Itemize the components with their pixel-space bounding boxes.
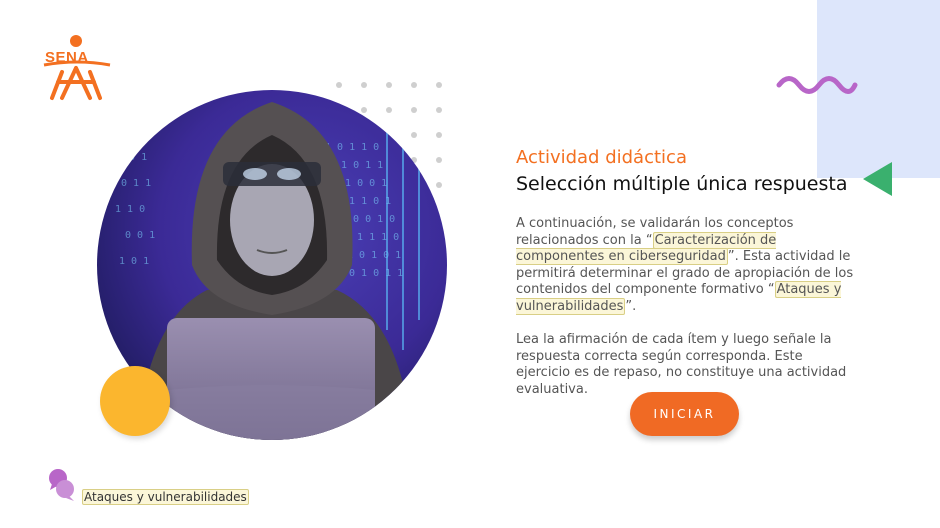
svg-text:0 0 1: 0 0 1	[125, 230, 155, 241]
decorative-circle	[100, 366, 170, 436]
logo-wordmark: SENA	[45, 49, 89, 66]
svg-text:1 0 1 1 0: 1 0 1 1 0	[325, 142, 379, 153]
triangle-icon	[863, 162, 892, 196]
start-button[interactable]: INICIAR	[630, 392, 739, 436]
intro-paragraph: A continuación, se validarán los concept…	[516, 216, 856, 316]
chat-bubbles-icon	[49, 469, 74, 501]
breadcrumb-label[interactable]: Ataques y vulnerabilidades	[82, 489, 249, 505]
instructions-paragraph: Lea la afirmación de cada ítem y luego s…	[516, 332, 847, 397]
intro-text-3: ”.	[625, 298, 637, 314]
activity-title: Actividad didáctica	[516, 147, 687, 168]
sena-logo-mark	[43, 35, 111, 100]
activity-subtitle: Selección múltiple única respuesta	[516, 173, 848, 195]
svg-text:1 0 1 0 1: 1 0 1 0 1	[347, 250, 401, 261]
svg-text:0 1 1: 0 1 1	[121, 178, 151, 189]
svg-text:0 1 1 1 0: 0 1 1 1 0	[345, 232, 399, 243]
svg-text:0 1 0 1 1: 0 1 0 1 1	[349, 268, 403, 279]
sena-logo: SENA	[40, 34, 114, 102]
svg-text:1 0 1: 1 0 1	[117, 152, 147, 163]
wave-icon	[776, 76, 858, 94]
svg-text:1 1 0: 1 1 0	[115, 204, 145, 215]
svg-text:1 0 1: 1 0 1	[119, 256, 149, 267]
